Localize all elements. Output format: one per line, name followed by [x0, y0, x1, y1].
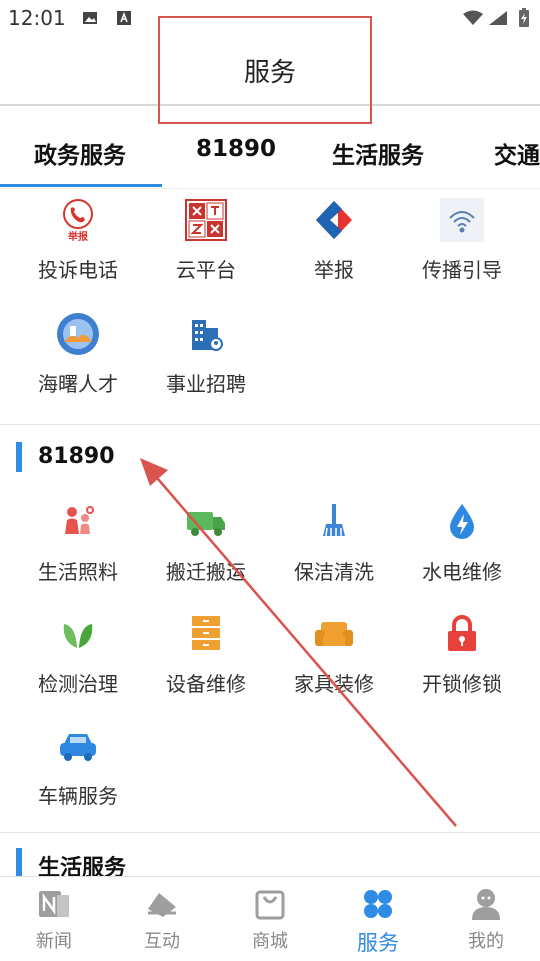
truck-icon: [187, 512, 225, 536]
nav-news[interactable]: 新闻: [0, 887, 108, 953]
grid-item-inspection[interactable]: 检测治理: [14, 612, 142, 697]
grid-item-locksmith[interactable]: 开锁修锁: [398, 612, 526, 697]
nav-profile[interactable]: 我的: [432, 887, 540, 953]
family-care-icon: [65, 506, 94, 534]
grid-item-complaint-phone[interactable]: 举报 投诉电话: [14, 198, 142, 283]
nav-label: 服务: [357, 931, 399, 955]
phone-report-icon: 举报: [63, 199, 93, 243]
section-marker: [16, 848, 22, 878]
grid-item-broadcast-guide[interactable]: 传播引导: [398, 198, 526, 283]
grid-item-label: 开锁修锁: [422, 672, 502, 696]
battery-icon: [519, 8, 529, 27]
grid-item-label: 云平台: [176, 258, 236, 282]
grid-item-moving[interactable]: 搬迁搬运: [142, 500, 270, 585]
nav-mall[interactable]: 商城: [216, 887, 324, 953]
nav-interaction[interactable]: 互动: [108, 887, 216, 953]
grid-item-label: 海曙人才: [38, 372, 118, 396]
section-divider: [0, 832, 540, 833]
sofa-icon: [315, 622, 353, 646]
building-icon: [192, 320, 223, 351]
grid-item-career-recruitment[interactable]: 事业招聘: [142, 312, 270, 397]
grid-item-label: 检测治理: [38, 672, 118, 696]
interaction-icon: [148, 893, 176, 917]
annotation-box: [158, 16, 372, 124]
water-electric-icon: [450, 504, 474, 539]
news-icon: [39, 891, 69, 917]
wifi-icon: [463, 10, 483, 25]
font-icon: [117, 11, 131, 25]
shopping-bag-icon: [255, 890, 285, 920]
status-time: 12:01: [8, 6, 66, 30]
talent-badge-icon: [57, 313, 99, 355]
profile-icon: [472, 889, 500, 920]
grid-item-cloud-platform[interactable]: 云平台: [142, 198, 270, 283]
grid-item-label: 投诉电话: [38, 258, 118, 282]
lock-icon: [448, 615, 476, 651]
grid-item-haishu-talent[interactable]: 海曙人才: [14, 312, 142, 397]
signal-icon: [489, 11, 507, 25]
gallery-icon: [83, 12, 97, 24]
grid-item-label: 事业招聘: [166, 372, 246, 396]
tab-transport[interactable]: 交通: [494, 136, 540, 170]
grid-item-cleaning[interactable]: 保洁清洗: [270, 500, 398, 585]
grid-item-furniture[interactable]: 家具装修: [270, 612, 398, 697]
bottom-navigation: 新闻 互动 商城 服务 我的: [0, 876, 540, 961]
wenming-seal-icon: [185, 199, 227, 241]
nav-label: 我的: [468, 931, 504, 952]
broom-icon: [323, 504, 345, 537]
grid-item-report[interactable]: 举报: [270, 198, 398, 283]
grid-item-label: 保洁清洗: [294, 560, 374, 584]
nav-label: 互动: [144, 931, 180, 952]
nav-label: 新闻: [36, 931, 72, 952]
section-marker: [16, 442, 22, 472]
tab-gov-services[interactable]: 政务服务: [34, 136, 126, 170]
grid-item-equipment-repair[interactable]: 设备维修: [142, 612, 270, 697]
grid-item-label: 传播引导: [422, 258, 502, 282]
leaf-icon: [63, 624, 93, 648]
section-divider: [0, 424, 540, 425]
category-tabs: 政务服务 81890 生活服务 交通: [0, 118, 540, 189]
nav-label: 商城: [252, 931, 288, 952]
grid-item-label: 设备维修: [166, 672, 246, 696]
broadcast-icon: [440, 198, 484, 242]
grid-item-label: 生活照料: [38, 560, 118, 584]
services-grid-icon: [364, 890, 392, 918]
grid-item-life-care[interactable]: 生活照料: [14, 500, 142, 585]
report-logo-icon: [316, 201, 352, 239]
tab-81890[interactable]: 81890: [196, 136, 276, 162]
nav-services[interactable]: 服务: [324, 887, 432, 957]
active-tab-indicator: [0, 184, 162, 187]
grid-item-label: 水电维修: [422, 560, 502, 584]
section-title-81890: 81890: [38, 444, 115, 469]
tab-life-services[interactable]: 生活服务: [332, 136, 424, 170]
cabinet-icon: [192, 616, 220, 650]
car-icon: [60, 734, 96, 761]
grid-item-vehicle-service[interactable]: 车辆服务: [14, 724, 142, 809]
grid-item-label: 车辆服务: [38, 784, 118, 808]
grid-item-label: 举报: [314, 258, 354, 282]
grid-item-water-electric[interactable]: 水电维修: [398, 500, 526, 585]
grid-item-label: 家具装修: [294, 672, 374, 696]
grid-item-label: 搬迁搬运: [166, 560, 246, 584]
phone-badge-text: 举报: [67, 230, 88, 242]
